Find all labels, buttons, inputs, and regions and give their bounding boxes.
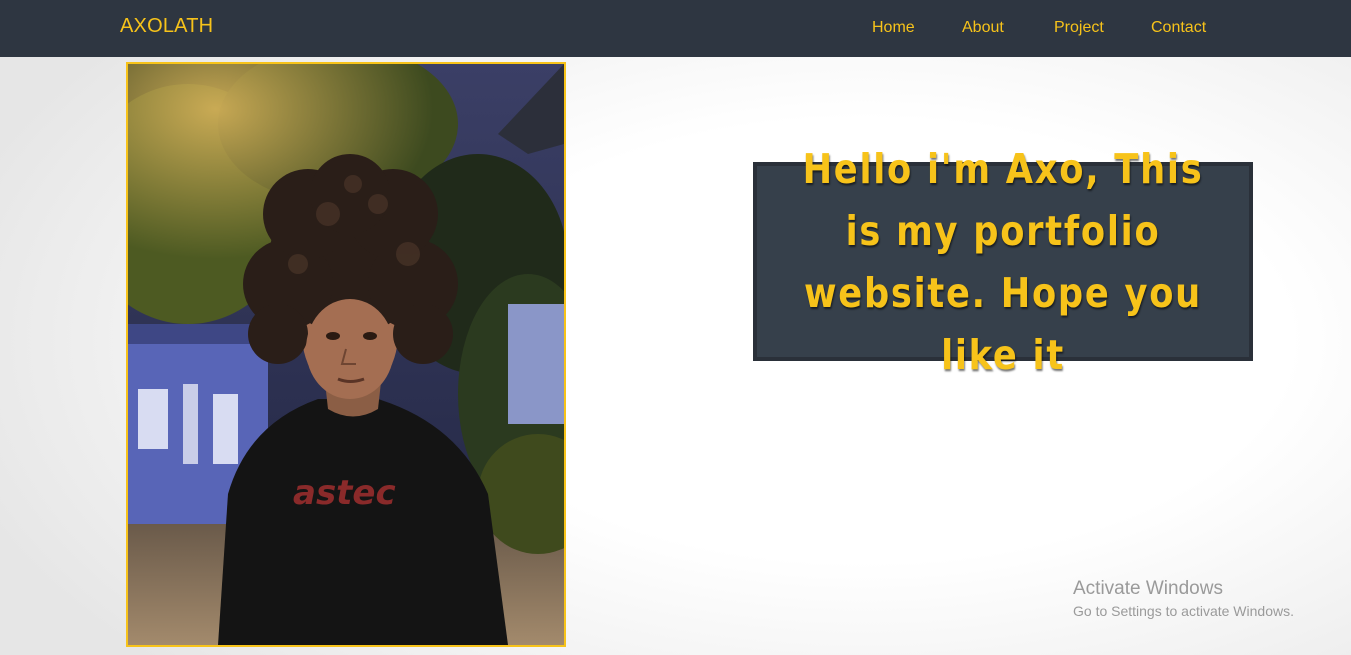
nav-link-contact[interactable]: Contact — [1151, 19, 1206, 37]
watermark-title: Activate Windows — [1073, 578, 1223, 599]
nav-link-project[interactable]: Project — [1054, 19, 1104, 37]
watermark-subtitle: Go to Settings to activate Windows. — [1073, 603, 1294, 619]
hero-message: Hello i'm Axo, This is my portfolio webs… — [802, 144, 1204, 379]
svg-text:astec: astec — [293, 473, 396, 513]
profile-photo: astec — [126, 62, 566, 647]
nav-link-home[interactable]: Home — [872, 19, 915, 37]
hero-message-box: Hello i'm Axo, This is my portfolio webs… — [753, 145, 1253, 379]
activate-windows-watermark: Activate Windows Go to Settings to activ… — [1073, 578, 1294, 622]
profile-photo-illustration: astec — [128, 64, 564, 645]
navbar: AXOLATH — [0, 0, 1351, 57]
brand-logo[interactable]: AXOLATH — [120, 15, 213, 38]
nav-link-about[interactable]: About — [962, 19, 1004, 37]
